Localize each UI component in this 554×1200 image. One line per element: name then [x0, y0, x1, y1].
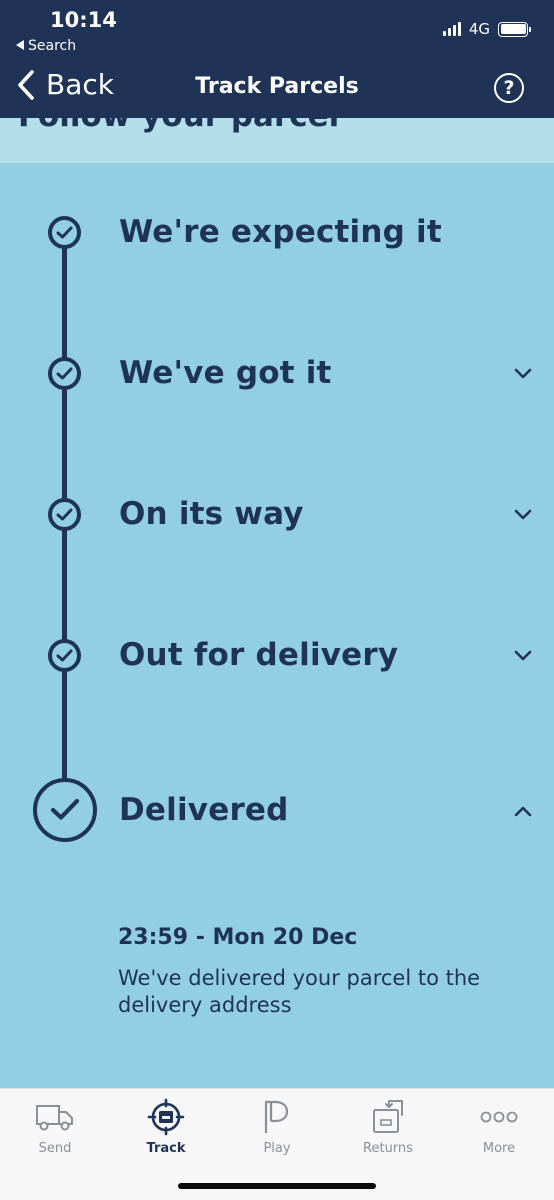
- van-icon: [36, 1105, 73, 1131]
- chevron-down-icon[interactable]: [512, 503, 534, 525]
- page-title: Track Parcels: [195, 74, 359, 99]
- tab-play[interactable]: Play: [222, 1099, 332, 1156]
- returns-box-icon: [373, 1100, 403, 1133]
- tab-returns[interactable]: Returns: [333, 1099, 443, 1156]
- section-heading: Follow your parcel: [18, 118, 339, 134]
- delivered-time: 23:59 - Mon 20 Dec: [118, 925, 358, 950]
- more-dots-icon: [480, 1111, 518, 1123]
- step-label: Delivered: [119, 792, 289, 828]
- step-label: On its way: [119, 496, 304, 532]
- check-circle-icon: [48, 357, 81, 390]
- status-back-to-search[interactable]: Search: [16, 38, 76, 54]
- check-circle-icon: [48, 498, 81, 531]
- help-icon[interactable]: ?: [494, 73, 524, 103]
- tab-more[interactable]: More: [444, 1099, 554, 1156]
- check-circle-icon: [48, 216, 81, 249]
- home-indicator[interactable]: [178, 1183, 376, 1189]
- status-indicators: 4G: [442, 20, 531, 38]
- back-triangle-icon: [16, 40, 24, 50]
- section-heading-band: Follow your parcel: [0, 118, 554, 163]
- chevron-down-icon[interactable]: [512, 362, 534, 384]
- play-p-icon: [264, 1100, 289, 1133]
- tab-track[interactable]: Track: [111, 1098, 221, 1156]
- chevron-down-icon[interactable]: [512, 644, 534, 666]
- step-label: Out for delivery: [119, 637, 399, 673]
- check-circle-large-icon: [33, 778, 97, 842]
- network-type: 4G: [468, 20, 490, 38]
- tab-label: Play: [263, 1141, 291, 1156]
- tab-label: Track: [146, 1141, 186, 1156]
- battery-icon: [498, 21, 531, 37]
- step-label: We've got it: [119, 355, 332, 391]
- status-time: 10:14: [50, 8, 117, 32]
- check-circle-icon: [48, 639, 81, 672]
- tab-label: More: [482, 1141, 516, 1156]
- tab-label: Send: [38, 1141, 72, 1156]
- track-target-icon: [147, 1098, 185, 1136]
- delivered-message: We've delivered your parcel to the deliv…: [118, 966, 481, 1017]
- step-label: We're expecting it: [119, 214, 442, 250]
- tab-send[interactable]: Send: [0, 1099, 110, 1156]
- app-header: 10:14 Search 4G Back Track Parcels ?: [0, 0, 554, 118]
- signal-icon: [442, 22, 461, 36]
- tab-label: Returns: [363, 1141, 413, 1156]
- status-back-label: Search: [28, 38, 77, 54]
- chevron-up-icon[interactable]: [512, 800, 534, 822]
